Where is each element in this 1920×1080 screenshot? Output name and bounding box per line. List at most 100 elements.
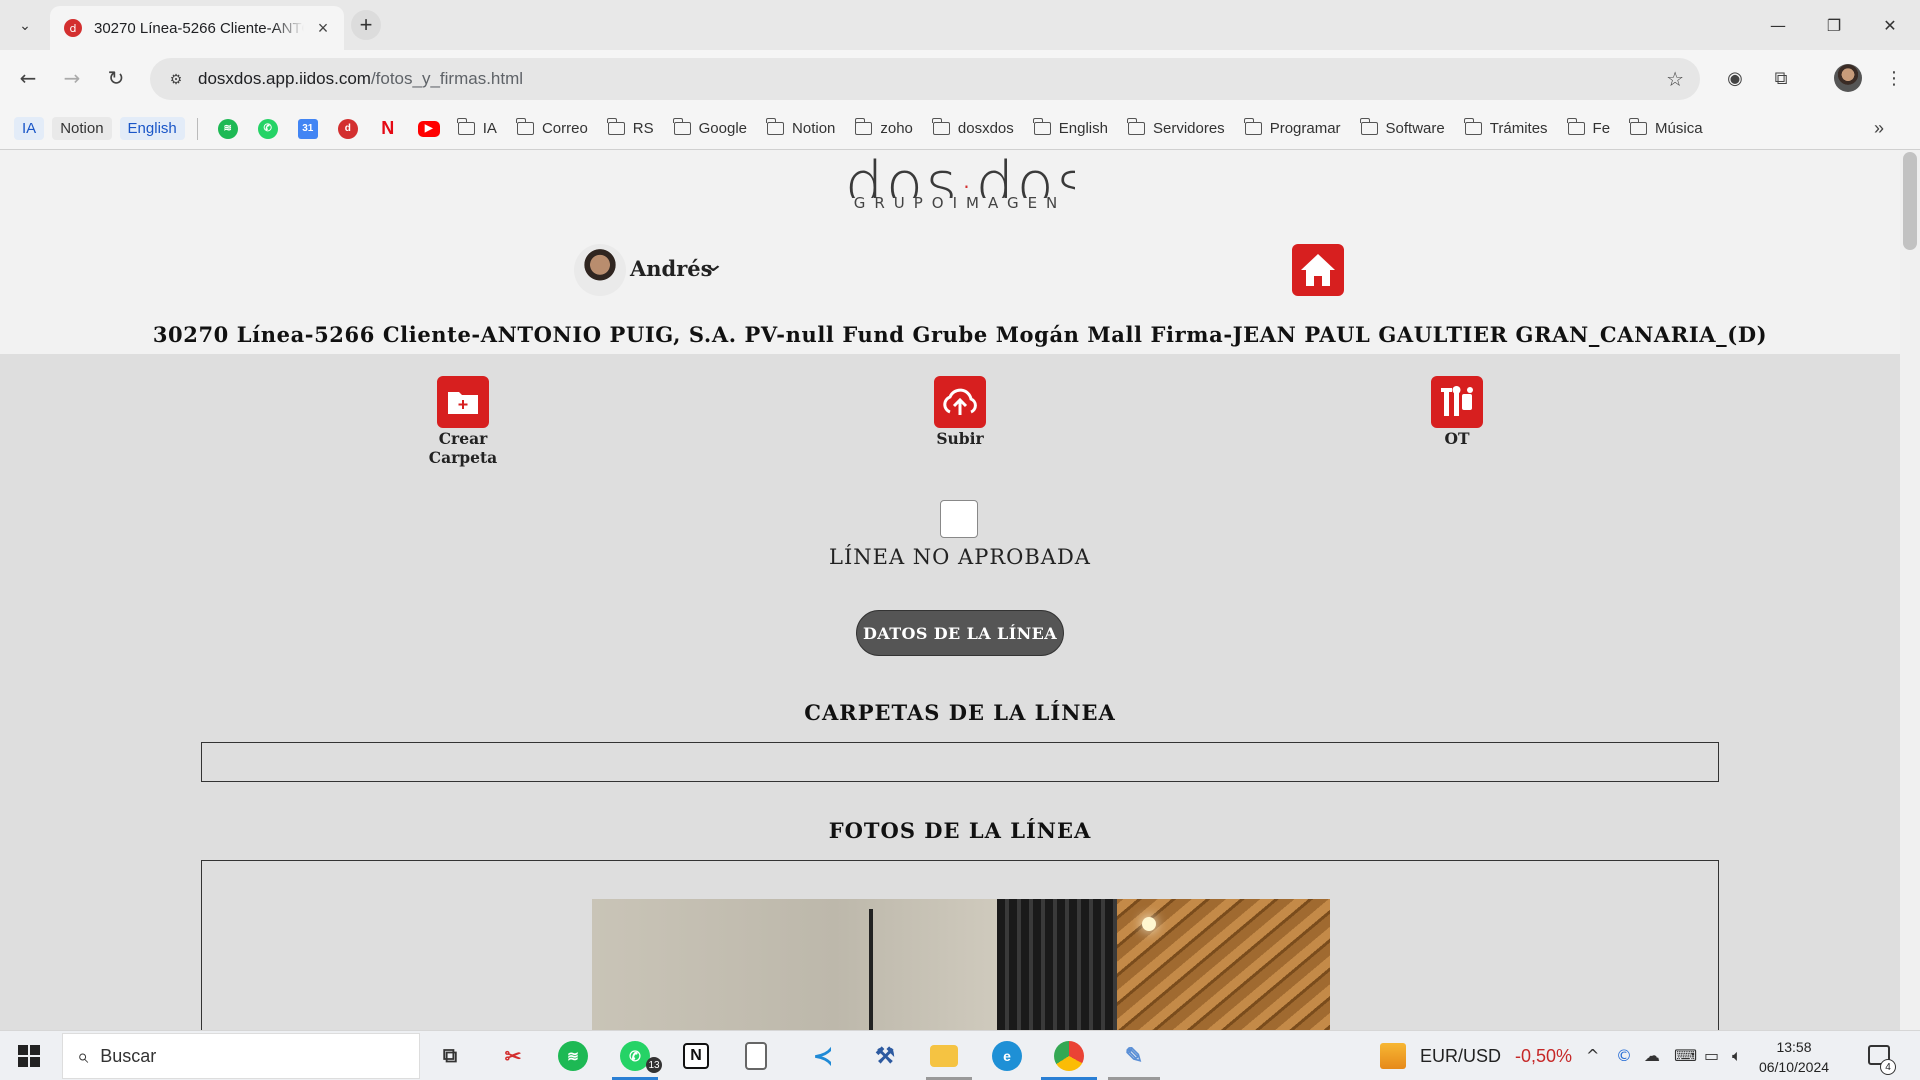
tab-bar: ⌄ d 30270 Línea-5266 Cliente-ANTONIO PUI… <box>0 0 1920 50</box>
task-view-icon[interactable]: ⧉ <box>433 1039 467 1073</box>
back-arrow-icon[interactable]: ← <box>12 62 44 94</box>
edge-icon[interactable]: e <box>992 1041 1022 1071</box>
bookmark-folder[interactable]: RS <box>607 118 654 137</box>
bookmark-folder[interactable]: Música <box>1629 118 1703 137</box>
volume-icon[interactable]: 🔈︎ <box>1732 1046 1742 1066</box>
bookmark-folder-label: Servidores <box>1152 120 1225 137</box>
clock-time: 13:58 <box>1776 1039 1812 1055</box>
page-scrollbar[interactable] <box>1900 150 1920 1030</box>
folder-icon <box>457 118 475 135</box>
scrollbar-thumb[interactable] <box>1903 152 1917 250</box>
forward-arrow-icon[interactable]: → <box>56 62 88 94</box>
folder-icon <box>1127 118 1145 135</box>
bookmark-folder[interactable]: Programar <box>1244 118 1341 137</box>
bookmark-folder-label: dosxdos <box>957 120 1014 137</box>
site-info-icon[interactable]: ⚙ <box>164 67 188 91</box>
bookmark-folder[interactable]: Trámites <box>1464 118 1548 137</box>
bookmark-folder[interactable]: Software <box>1359 118 1445 137</box>
tray-overflow-chevron-icon[interactable]: ^ <box>1586 1046 1599 1065</box>
folder-icon <box>1244 118 1262 135</box>
file-explorer-icon[interactable] <box>930 1045 958 1067</box>
site-favicon-icon: d <box>64 19 82 37</box>
tools-icon <box>1431 376 1483 428</box>
address-bar[interactable]: ⚙ dosxdos.app.iidos.com/fotos_y_firmas.h… <box>150 58 1700 100</box>
dosxdos-icon[interactable]: d <box>337 118 358 139</box>
windows-start-icon[interactable] <box>18 1045 40 1067</box>
app-header: dos·dos GRUPOIMAGEN Andrés ⌄ 30270 Línea… <box>0 150 1900 354</box>
bookmark-folder[interactable]: Correo <box>516 118 588 137</box>
clock-date: 06/10/2024 <box>1758 1059 1830 1075</box>
taskbar-search[interactable]: ⌕ Buscar <box>62 1033 420 1079</box>
restore-icon[interactable]: ❐ <box>1814 10 1854 40</box>
folder-icon <box>766 118 785 135</box>
menu-kebab-icon[interactable]: ⋮ <box>1880 64 1908 92</box>
onedrive-cloud-icon[interactable]: ☁ <box>1644 1046 1660 1065</box>
calendar-icon[interactable]: 31 <box>297 118 318 139</box>
chrome-icon[interactable] <box>1054 1041 1084 1071</box>
active-tab[interactable]: d 30270 Línea-5266 Cliente-ANTONIO PUIG … <box>50 6 344 50</box>
paint-icon[interactable]: ✎ <box>1117 1039 1151 1073</box>
folder-icon <box>1464 118 1482 135</box>
new-tab-button[interactable]: + <box>351 10 381 40</box>
keyboard-icon[interactable]: ⌨ <box>1674 1046 1697 1065</box>
approval-checkbox[interactable] <box>940 500 978 538</box>
bookmark-folder[interactable]: Notion <box>766 118 835 137</box>
bookmark-folder[interactable]: zoho <box>854 118 913 137</box>
bookmark-ia[interactable]: IA <box>14 117 45 140</box>
vscode-icon[interactable]: ≺ <box>806 1039 840 1073</box>
tab-search-chevron-icon[interactable]: ⌄ <box>12 12 38 38</box>
netflix-icon[interactable]: N <box>378 118 398 139</box>
user-menu-chevron-icon[interactable]: ⌄ <box>701 252 725 277</box>
logo-subtitle: GRUPOIMAGEN <box>853 194 1067 212</box>
youtube-icon[interactable]: ▶ <box>417 120 440 137</box>
extension-circle-icon[interactable]: ◉ <box>1721 64 1749 92</box>
bookmark-star-icon[interactable]: ☆ <box>1666 67 1684 91</box>
bookmark-english[interactable]: English <box>119 117 185 140</box>
profile-avatar[interactable] <box>1834 64 1862 92</box>
line-data-button[interactable]: DATOS DE LA LÍNEA <box>856 610 1064 656</box>
bookmark-folder[interactable]: Fe <box>1566 118 1610 137</box>
upload-button[interactable]: Subir <box>890 376 1030 448</box>
bookmark-folder[interactable]: dosxdos <box>932 118 1014 137</box>
browser-toolbar: ← → ↻ ⚙ dosxdos.app.iidos.com/fotos_y_fi… <box>0 50 1920 108</box>
bookmark-folder[interactable]: IA <box>457 118 497 137</box>
reload-icon[interactable]: ↻ <box>100 62 132 94</box>
close-window-icon[interactable]: ✕ <box>1870 10 1910 40</box>
bookmark-folder-label: RS <box>632 120 654 137</box>
bookmark-notion[interactable]: Notion <box>52 117 112 140</box>
network-icon[interactable]: ▭ <box>1704 1046 1719 1065</box>
url-text[interactable]: dosxdos.app.iidos.com/fotos_y_firmas.htm… <box>198 69 523 89</box>
bookmark-folder[interactable]: English <box>1033 118 1108 137</box>
line-photo[interactable] <box>592 899 1330 1030</box>
bookmark-folder[interactable]: Google <box>673 118 747 137</box>
whatsapp-icon[interactable]: ✆ <box>257 118 278 139</box>
stock-ticker[interactable]: EUR/USD -0,50% <box>1380 1043 1572 1069</box>
spotify-taskbar-icon[interactable]: ≋ <box>558 1041 588 1071</box>
home-button[interactable] <box>1292 244 1344 296</box>
user-name[interactable]: Andrés <box>630 256 713 281</box>
ticker-name: EUR/USD <box>1420 1045 1502 1066</box>
bookmark-folder-label: zoho <box>880 120 913 137</box>
minimize-icon[interactable]: — <box>1758 10 1798 40</box>
notification-count-badge: 4 <box>1880 1059 1896 1075</box>
folder-icon <box>1359 118 1378 135</box>
bookmarks-overflow-icon[interactable]: » <box>1874 118 1884 139</box>
bookmark-separator <box>196 117 198 140</box>
notepad-icon[interactable] <box>745 1042 767 1070</box>
ot-button[interactable]: OT <box>1387 376 1527 448</box>
folder-icon <box>1629 118 1648 135</box>
bookmark-folder[interactable]: Servidores <box>1127 118 1225 137</box>
admin-tools-icon[interactable]: ⚒ <box>868 1039 902 1073</box>
tab-close-icon[interactable]: × <box>312 18 334 39</box>
extensions-puzzle-icon[interactable]: ⧉ <box>1767 64 1795 92</box>
search-icon: ⌕ <box>77 1044 89 1068</box>
spotify-icon[interactable]: ≋ <box>217 118 238 139</box>
bookmark-folder-label: IA <box>482 120 497 137</box>
create-folder-button[interactable]: Crear Carpeta <box>393 376 533 467</box>
tray-app-icon[interactable]: © <box>1616 1046 1632 1065</box>
user-avatar[interactable] <box>574 244 626 296</box>
photos-section-title: FOTOS DE LA LÍNEA <box>828 818 1092 843</box>
snipping-tool-icon[interactable]: ✂ <box>496 1039 530 1073</box>
taskbar-clock[interactable]: 13:58 06/10/2024 <box>1752 1037 1836 1077</box>
notion-taskbar-icon[interactable]: N <box>683 1043 709 1069</box>
